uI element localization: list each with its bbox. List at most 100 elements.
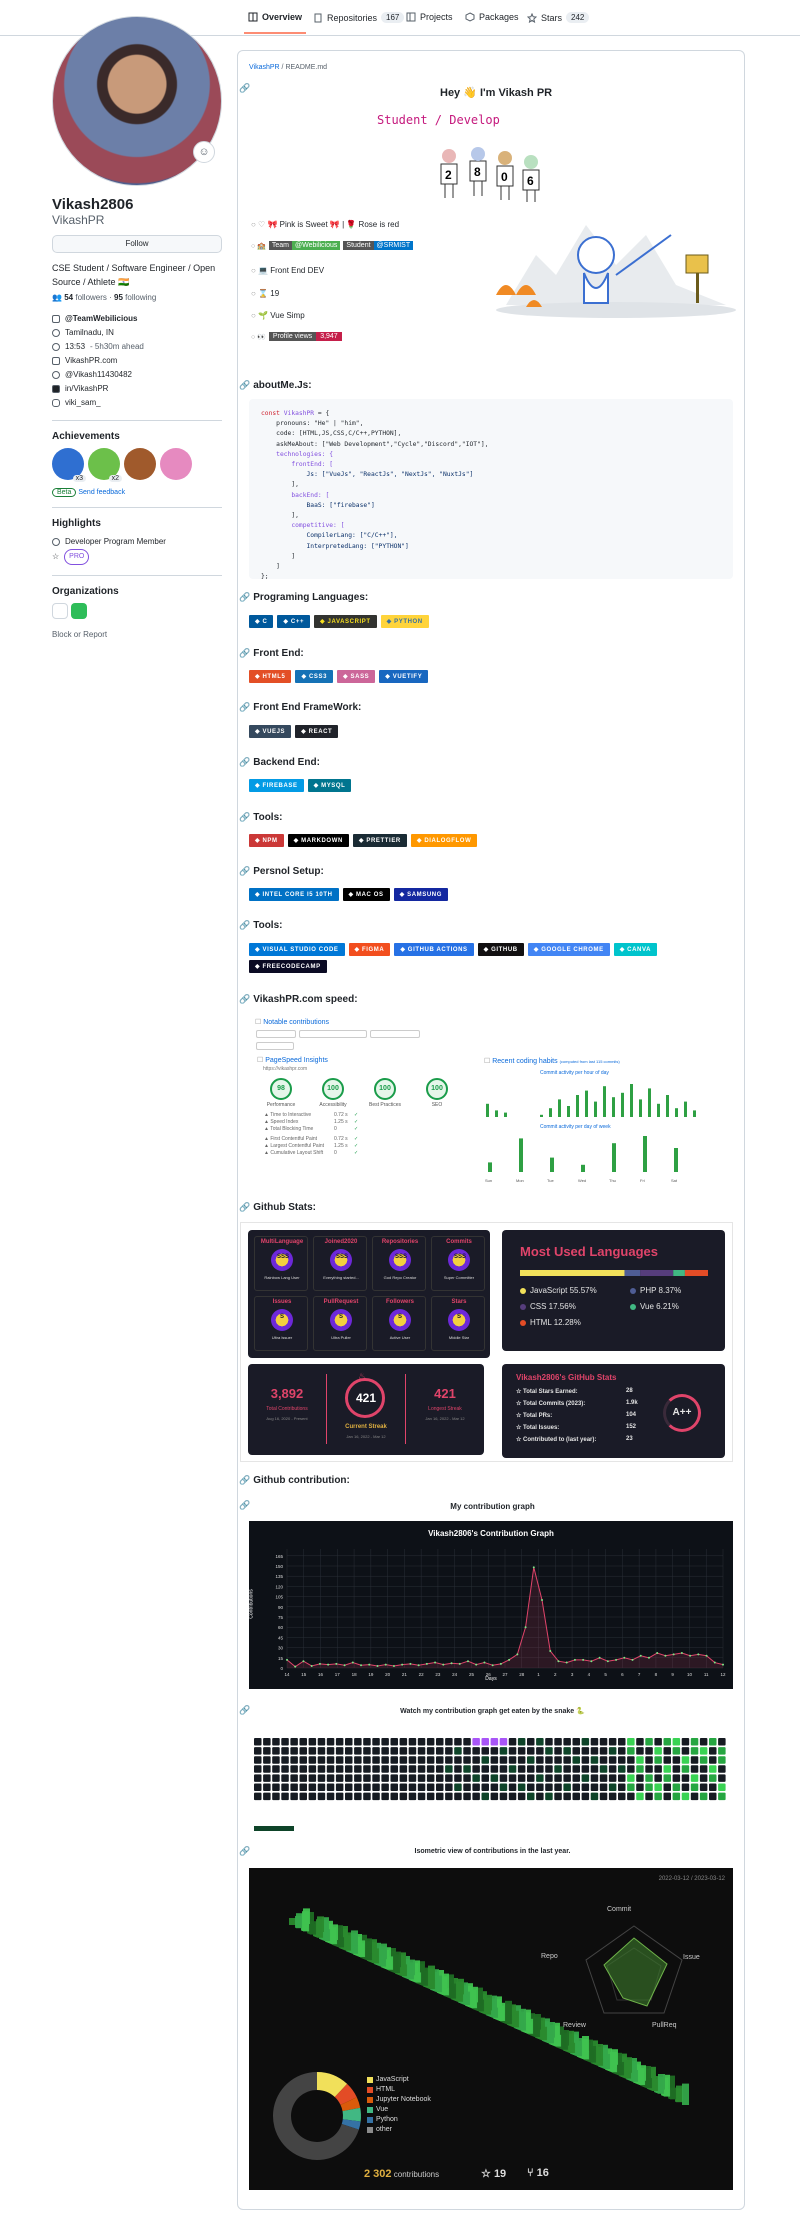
student-badge[interactable]: Student @SRMIST	[343, 241, 414, 250]
pair-extraordinaire-badge[interactable]	[124, 448, 156, 480]
tech-badge[interactable]: ◆ INTEL CORE I5 10TH	[249, 888, 339, 901]
tab-packages[interactable]: Packages	[465, 12, 519, 22]
avatar[interactable]: ☺	[52, 16, 222, 186]
anchor-link-icon[interactable]: 🔗	[239, 866, 250, 877]
tech-badge[interactable]: ◆ SAMSUNG	[393, 888, 448, 901]
tech-badge[interactable]: ◆ FIGMA	[348, 943, 391, 956]
tech-badge[interactable]: ◆ GOOGLE CHROME	[527, 943, 610, 956]
following-count[interactable]: 95	[114, 293, 123, 302]
tech-badge[interactable]: ◆ GITHUB	[477, 943, 524, 956]
snake-cell	[308, 1756, 317, 1764]
tech-badge[interactable]: ◆ GITHUB ACTIONS	[394, 943, 474, 956]
follow-button[interactable]: Follow	[52, 235, 222, 253]
team-badge[interactable]: Team @Webilicious	[268, 241, 341, 250]
anchor-link-icon[interactable]: 🔗	[239, 994, 250, 1005]
tech-badge[interactable]: ◆ C++	[277, 615, 311, 628]
tab-overview[interactable]: Overview	[243, 12, 307, 34]
contribution-chip[interactable]	[256, 1030, 296, 1038]
tab-stars[interactable]: Stars 242	[526, 12, 590, 23]
repo-icon	[313, 13, 323, 23]
hour-bar	[540, 1114, 543, 1117]
snake-cell	[699, 1747, 708, 1755]
org-avatar[interactable]	[71, 603, 87, 619]
anchor-link-icon[interactable]: 🔗	[239, 812, 250, 823]
tech-badge[interactable]: ◆ VUETIFY	[379, 670, 429, 683]
tech-badge[interactable]: ◆ FREECODECAMP	[249, 960, 327, 973]
anchor-link-icon[interactable]: 🔗	[239, 1202, 250, 1213]
profile-twitter[interactable]: @Vikash11430482	[52, 368, 222, 382]
tab-repositories[interactable]: Repositories 167	[313, 12, 405, 23]
snake-cell	[699, 1738, 708, 1746]
tech-badge[interactable]: ◆ CSS3	[295, 670, 334, 683]
anchor-link-icon[interactable]: 🔗	[239, 648, 250, 659]
breadcrumb-user[interactable]: VikashPR	[249, 64, 280, 71]
metric-label: ▲ Time to Interactive	[264, 1112, 312, 1118]
snake-cell	[326, 1765, 335, 1773]
followers-count[interactable]: 54	[64, 293, 73, 302]
following-label[interactable]: following	[125, 293, 156, 302]
y-tick-label: 45	[278, 1635, 284, 1640]
trophy-card[interactable]: Joined2020 SSS Everything started...	[313, 1236, 367, 1291]
profile-linkedin[interactable]: in/VikashPR	[52, 382, 222, 396]
anchor-link-icon[interactable]: 🔗	[239, 83, 250, 94]
star-icon	[526, 12, 538, 23]
profile-website[interactable]: VikashPR.com	[52, 354, 222, 368]
pagespeed-link[interactable]: PageSpeed Insights	[265, 1057, 328, 1064]
tech-badge[interactable]: ◆ VUEJS	[249, 725, 292, 738]
tech-badge[interactable]: ◆ VISUAL STUDIO CODE	[249, 943, 345, 956]
tech-badge[interactable]: ◆ PYTHON	[380, 615, 429, 628]
anchor-link-icon[interactable]: 🔗	[239, 592, 250, 603]
tech-badge[interactable]: ◆ HTML5	[249, 670, 292, 683]
trophy-card[interactable]: Followers S Active User	[372, 1296, 426, 1351]
notable-contributions[interactable]: ☐ Notable contributions	[255, 1018, 329, 1026]
metric-value: 0	[334, 1150, 337, 1156]
snake-cell	[436, 1783, 444, 1791]
habits-link[interactable]: Recent coding habits	[492, 1058, 557, 1065]
tech-badge[interactable]: ◆ MAC OS	[342, 888, 390, 901]
tech-badge[interactable]: ◆ PRETTIER	[352, 834, 407, 847]
contribution-chip[interactable]	[256, 1042, 294, 1050]
anchor-link-icon[interactable]: 🔗	[239, 1475, 250, 1486]
snake-cell	[672, 1738, 681, 1746]
pull-shark-badge[interactable]: x3	[52, 448, 86, 482]
trophy-card[interactable]: Repositories SSS God Repo Creator	[372, 1236, 426, 1291]
trophy-card[interactable]: MultiLanguage SSS Rainbow Lang User	[254, 1236, 308, 1291]
tech-badge[interactable]: ◆ FIREBASE	[249, 779, 304, 792]
snake-cell	[590, 1756, 599, 1764]
tech-badge[interactable]: ◆ MYSQL	[307, 779, 352, 792]
trophy-card[interactable]: PullRequest S Ultra Puller	[313, 1296, 367, 1351]
send-feedback-link[interactable]: Send feedback	[78, 489, 125, 496]
anchor-link-icon[interactable]: 🔗	[239, 380, 250, 391]
tech-badge[interactable]: ◆ MARKDOWN	[287, 834, 349, 847]
tech-badge[interactable]: ◆ REACT	[295, 725, 339, 738]
developer-program-item[interactable]: Developer Program Member	[52, 535, 222, 549]
iso-block	[658, 2074, 665, 2094]
bullet-icon: ○ 🏫	[251, 242, 266, 250]
week-bar	[674, 1148, 678, 1172]
followers-label[interactable]: followers	[75, 293, 107, 302]
tech-badge[interactable]: ◆ JAVASCRIPT	[314, 615, 377, 628]
yolo-badge[interactable]: x2	[88, 448, 122, 482]
trophy-card[interactable]: Commits SSS Super Committer	[431, 1236, 485, 1291]
tech-badge[interactable]: ◆ SASS	[337, 670, 376, 683]
section-title: VikashPR.com speed:	[253, 994, 358, 1005]
tech-badge[interactable]: ◆ CANVA	[613, 943, 658, 956]
block-report-link[interactable]: Block or Report	[52, 630, 222, 639]
trophy-card[interactable]: Issues S Ultra Issuer	[254, 1296, 308, 1351]
profile-instagram[interactable]: viki_sam_	[52, 396, 222, 410]
contribution-chip[interactable]	[370, 1030, 420, 1038]
tech-badge[interactable]: ◆ DIALOGFLOW	[410, 834, 478, 847]
trophy-card[interactable]: Stars S Middle Star	[431, 1296, 485, 1351]
tech-badge[interactable]: ◆ NPM	[249, 834, 284, 847]
tab-projects[interactable]: Projects	[406, 12, 453, 22]
profile-org[interactable]: @TeamWebilicious	[52, 312, 222, 326]
org-avatar[interactable]	[52, 603, 68, 619]
tech-badge[interactable]: ◆ C	[249, 615, 274, 628]
anchor-link-icon[interactable]: 🔗	[239, 702, 250, 713]
anchor-link-icon[interactable]: 🔗	[239, 920, 250, 931]
anchor-link-icon[interactable]: 🔗	[239, 757, 250, 768]
quickdraw-badge[interactable]	[160, 448, 192, 480]
contribution-chip[interactable]	[299, 1030, 367, 1038]
set-status-icon[interactable]: ☺	[193, 141, 215, 163]
snake-cell	[572, 1792, 580, 1801]
